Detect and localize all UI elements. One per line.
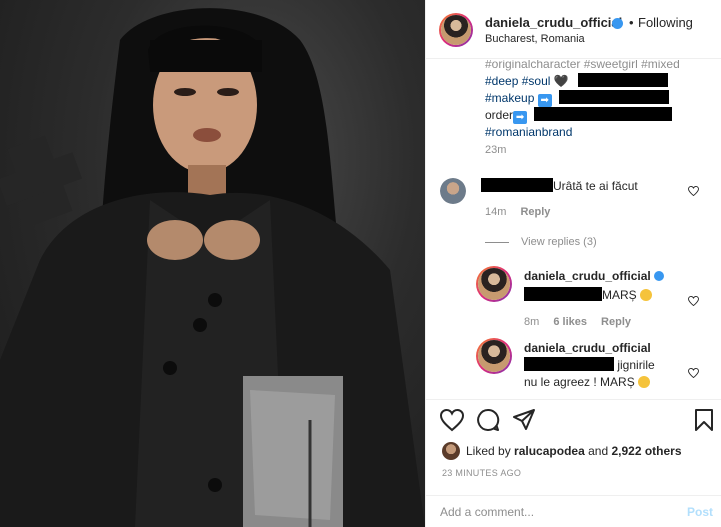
caption-timestamp[interactable]: 23m: [485, 144, 506, 156]
author-avatar[interactable]: [439, 13, 473, 47]
reply-author-avatar[interactable]: [476, 338, 512, 374]
header-separator: •: [629, 15, 634, 30]
liker-avatar[interactable]: [442, 442, 460, 460]
share-send-icon[interactable]: [512, 408, 536, 432]
comment-timestamp[interactable]: 14m: [485, 206, 506, 218]
likes-count[interactable]: 2,922 others: [611, 444, 681, 458]
hashtag-deep[interactable]: #deep: [485, 74, 518, 88]
caption-order-text: order: [485, 108, 514, 122]
view-replies-button[interactable]: View replies (3): [485, 236, 597, 248]
comments-list[interactable]: #originalcharacter #sweetgirl #mixed #de…: [426, 60, 721, 399]
photo-illustration: [0, 8, 425, 527]
black-heart-emoji: 🖤: [553, 74, 569, 88]
comment-body: Urâtă te ai făcut: [481, 178, 701, 195]
commenter-avatar[interactable]: [440, 178, 466, 204]
reply-body: daniela_crudu_official MARȘ: [524, 268, 709, 304]
reply-timestamp[interactable]: 8m: [524, 316, 539, 328]
hashtag-soul[interactable]: #soul: [522, 74, 551, 88]
post-side-panel: daniela_crudu_official • Following Bucha…: [425, 0, 721, 527]
reply-button[interactable]: Reply: [601, 316, 631, 328]
post-comment-button[interactable]: Post: [687, 505, 713, 519]
post-modal: daniela_crudu_official • Following Bucha…: [0, 0, 721, 527]
likes-summary: Liked by ralucapodea and 2,922 others: [442, 442, 682, 460]
arrow-emoji: ➡: [537, 94, 552, 107]
add-comment-bar: Post: [426, 495, 721, 527]
bookmark-save-icon[interactable]: [692, 408, 716, 432]
comment-meta: 14m Reply: [485, 206, 561, 218]
reply-text-line2: nu le agreez ! MARȘ: [524, 375, 635, 389]
comment-bubble-icon[interactable]: [476, 408, 500, 432]
reply-likes-count[interactable]: 6 likes: [553, 316, 587, 328]
liked-and-label: and: [588, 444, 609, 458]
post-header: daniela_crudu_official • Following Bucha…: [426, 0, 721, 59]
redacted-username[interactable]: [481, 178, 553, 192]
add-comment-input[interactable]: [440, 502, 670, 522]
redacted-text: [534, 107, 673, 121]
reply-text-line1: jignirile: [617, 358, 655, 372]
post-caption: #originalcharacter #sweetgirl #mixed #de…: [485, 60, 705, 141]
verified-badge-icon: [612, 18, 623, 29]
view-replies-rule: [485, 241, 509, 243]
post-actions: Liked by ralucapodea and 2,922 others 23…: [426, 399, 721, 527]
liker-username[interactable]: ralucapodea: [514, 444, 585, 458]
redacted-text: [578, 73, 669, 87]
hashtag-romanianbrand[interactable]: #romanianbrand: [485, 125, 572, 139]
redacted-text: [559, 90, 670, 104]
following-button[interactable]: Following: [638, 15, 693, 30]
post-timestamp[interactable]: 23 MINUTES AGO: [442, 468, 521, 478]
comment-text: Urâtă te ai făcut: [553, 179, 638, 193]
reply-button[interactable]: Reply: [520, 206, 550, 218]
reply-username[interactable]: daniela_crudu_official: [524, 269, 651, 283]
like-comment-heart-icon[interactable]: [688, 296, 699, 306]
reply-author-avatar[interactable]: [476, 266, 512, 302]
author-username[interactable]: daniela_crudu_official: [485, 15, 622, 30]
laughing-emoji-icon: [638, 376, 651, 388]
reply-username[interactable]: daniela_crudu_official: [524, 341, 651, 355]
reply-meta: 8m 6 likes Reply: [524, 316, 642, 328]
arrow-emoji: ➡: [513, 111, 528, 124]
liked-by-label: Liked by: [466, 444, 511, 458]
redacted-text: [524, 287, 602, 301]
redacted-text: [524, 357, 614, 371]
post-location[interactable]: Bucharest, Romania: [485, 33, 585, 45]
reply-text: MARȘ: [602, 288, 637, 302]
verified-badge-icon: [653, 271, 664, 281]
hashtag-makeup[interactable]: #makeup: [485, 91, 534, 105]
caption-line-faded: #originalcharacter #sweetgirl #mixed: [485, 60, 680, 71]
like-comment-heart-icon[interactable]: [688, 186, 699, 196]
like-comment-heart-icon[interactable]: [688, 368, 699, 378]
post-photo[interactable]: [0, 0, 425, 527]
like-heart-icon[interactable]: [440, 408, 464, 432]
view-replies-label: View replies (3): [521, 236, 597, 248]
laughing-emoji-icon: [640, 289, 653, 301]
reply-body: daniela_crudu_official jignirile nu le a…: [524, 340, 694, 391]
